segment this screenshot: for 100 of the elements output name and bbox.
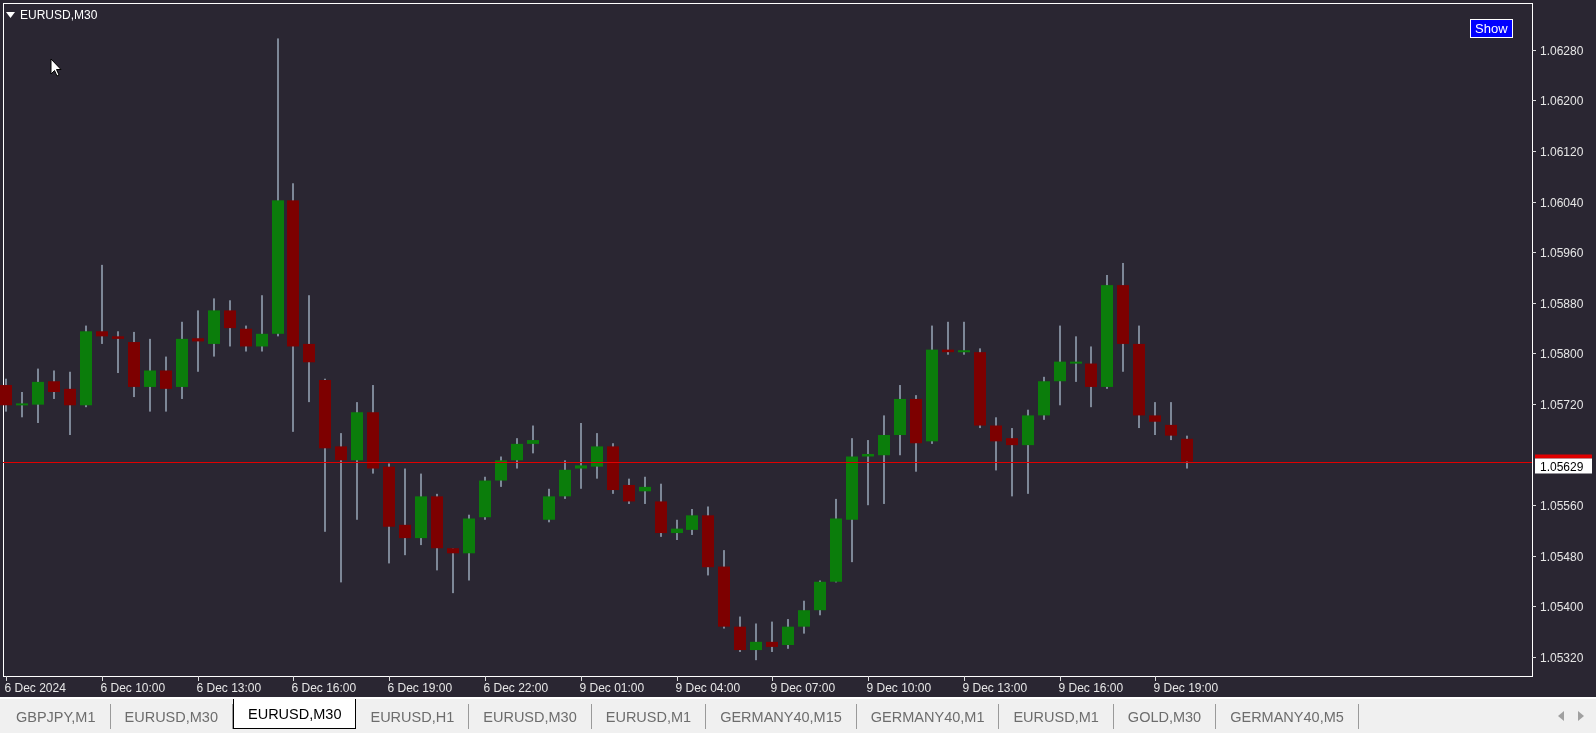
axis-tick: [1060, 675, 1061, 682]
time-label: 9 Dec 16:00: [1058, 681, 1124, 695]
price-label: 1.05800: [1540, 347, 1584, 361]
candle: [1085, 346, 1097, 408]
candle: [0, 378, 12, 412]
candle: [623, 478, 635, 504]
chart-tab[interactable]: GBPJPY,M1: [2, 704, 111, 729]
candle: [942, 321, 954, 355]
candle: [607, 443, 619, 494]
price-label: 1.06200: [1540, 94, 1584, 108]
candle: [479, 476, 491, 520]
chart-tab[interactable]: EURUSD,M1: [591, 704, 707, 729]
candle: [160, 356, 172, 412]
candle: [686, 509, 698, 535]
candle: [814, 580, 826, 616]
axis-tick: [1531, 252, 1537, 253]
time-label: 6 Dec 19:00: [387, 681, 453, 695]
chart-tab[interactable]: EURUSD,M30: [233, 699, 357, 729]
candle: [192, 310, 204, 372]
price-label: 1.06280: [1540, 44, 1584, 58]
candle: [766, 621, 778, 652]
candle: [128, 331, 140, 398]
chart-tab[interactable]: GOLD,M30: [1113, 704, 1217, 729]
time-label: 6 Dec 13:00: [196, 681, 262, 695]
axis-tick: [581, 675, 582, 682]
candle: [862, 440, 874, 506]
time-label: 6 Dec 16:00: [291, 681, 357, 695]
chart-tab[interactable]: EURUSD,M1: [999, 704, 1114, 729]
candle: [543, 488, 555, 523]
price-marker: [1535, 454, 1592, 459]
candle: [112, 331, 124, 373]
chart-tab[interactable]: EURUSD,H1: [356, 704, 470, 729]
time-label: 9 Dec 10:00: [866, 681, 932, 695]
axis-tick: [389, 675, 390, 682]
candle: [224, 300, 236, 347]
scroll-right-icon[interactable]: [1578, 711, 1584, 721]
dropdown-icon[interactable]: [6, 12, 15, 18]
candle: [463, 514, 475, 581]
chart-tab[interactable]: GERMANY40,M15: [706, 704, 857, 729]
time-label: 9 Dec 19:00: [1153, 681, 1219, 695]
candle: [575, 423, 587, 489]
price-label: 1.05560: [1540, 499, 1584, 513]
candle: [894, 385, 906, 456]
price-label: 1.05880: [1540, 297, 1584, 311]
chart-tab[interactable]: GERMANY40,M5: [1216, 704, 1359, 729]
candle: [16, 392, 28, 418]
axis-tick: [1155, 675, 1156, 682]
candle: [1165, 402, 1177, 441]
price-label: 1.05960: [1540, 246, 1584, 260]
candle: [527, 425, 539, 454]
candle: [511, 438, 523, 469]
axis-tick: [677, 675, 678, 682]
candle: [64, 371, 76, 435]
mouse-pointer-icon: [50, 58, 62, 77]
candle: [48, 370, 60, 399]
price-label: 1.05480: [1540, 550, 1584, 564]
candle: [958, 321, 970, 355]
price-label: 1.06120: [1540, 145, 1584, 159]
candle: [1149, 402, 1161, 435]
axis-tick: [293, 675, 294, 682]
candle: [559, 460, 571, 499]
time-label: 9 Dec 04:00: [675, 681, 741, 695]
candle: [240, 325, 252, 352]
axis-tick: [772, 675, 773, 682]
time-label: 9 Dec 07:00: [770, 681, 836, 695]
axis-tick: [1531, 505, 1537, 506]
axis-tick: [1531, 353, 1537, 354]
candle: [702, 506, 714, 576]
chart-tab[interactable]: EURUSD,M30: [469, 704, 592, 729]
price-label: 1.05400: [1540, 600, 1584, 614]
candle: [32, 368, 44, 423]
axis-tick: [1531, 404, 1537, 405]
price-label: 1.05720: [1540, 398, 1584, 412]
candle: [1038, 376, 1050, 420]
time-label: 6 Dec 22:00: [483, 681, 549, 695]
candle: [750, 623, 762, 661]
axis-tick: [198, 675, 199, 682]
time-label: 6 Dec 2024: [4, 681, 66, 695]
axis-tick: [102, 675, 103, 682]
axis-tick: [485, 675, 486, 682]
price-label: 1.06040: [1540, 196, 1584, 210]
candle: [734, 616, 746, 652]
candle: [208, 298, 220, 357]
axis-tick: [1531, 50, 1537, 51]
time-label: 9 Dec 01:00: [579, 681, 645, 695]
candle: [495, 456, 507, 487]
axis-tick: [1531, 151, 1537, 152]
candle: [798, 600, 810, 634]
axis-tick: [1531, 100, 1537, 101]
time-label: 6 Dec 10:00: [100, 681, 166, 695]
axis-tick: [1531, 606, 1537, 607]
axis-tick: [1531, 202, 1537, 203]
scroll-left-icon[interactable]: [1558, 711, 1564, 721]
candle: [639, 476, 651, 504]
candle: [1006, 428, 1018, 497]
candle: [256, 295, 268, 352]
time-label: 9 Dec 13:00: [962, 681, 1028, 695]
chart-tab[interactable]: GERMANY40,M1: [856, 704, 1000, 729]
show-button[interactable]: Show: [1470, 19, 1513, 38]
candle: [447, 548, 459, 594]
